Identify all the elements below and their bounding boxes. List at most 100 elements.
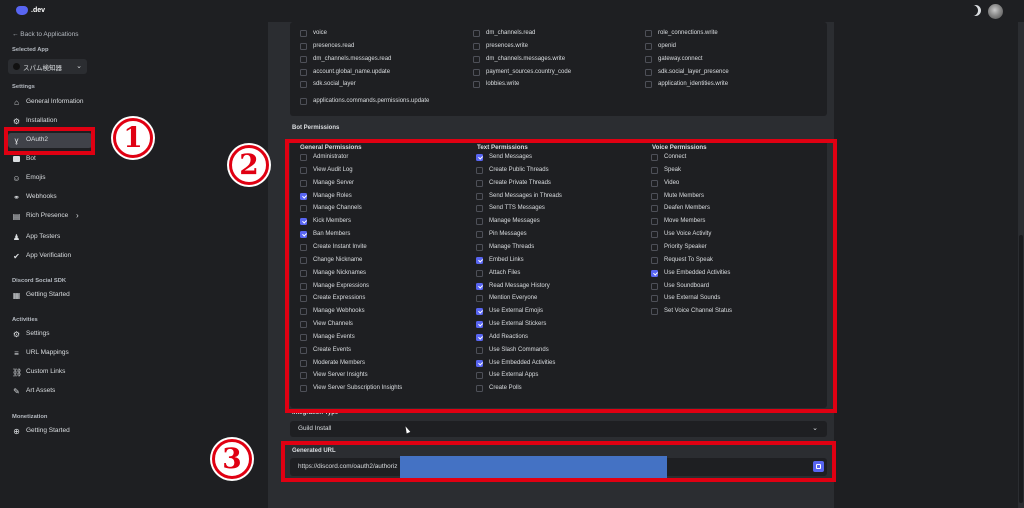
- gear-icon: ⚙: [12, 117, 21, 126]
- sidebar-item-app-testers[interactable]: ♟ App Testers: [8, 230, 92, 245]
- verified-icon: ✔: [13, 252, 20, 261]
- sidebar-item-monetization-getting-started[interactable]: ⊕ Getting Started: [8, 424, 92, 439]
- home-icon: ⌂: [14, 98, 19, 107]
- scope-checkbox[interactable]: [645, 81, 652, 88]
- annotation-badge-3: 3: [212, 439, 252, 479]
- sidebar-item-art-assets[interactable]: ✎ Art Assets: [8, 384, 92, 399]
- scrollbar-thumb[interactable]: [1019, 235, 1023, 503]
- scope-label: application_identities.write: [658, 81, 729, 87]
- logo-text: .dev: [31, 7, 46, 14]
- chevron-right-icon: ›: [76, 211, 79, 220]
- sidebar-item-label: App Testers: [26, 233, 61, 240]
- scope-label: role_connections.write: [658, 30, 718, 36]
- scope-label: payment_sources.country_code: [486, 69, 572, 75]
- link-icon: ⛓: [12, 368, 23, 377]
- annotation-box-oauth2: [4, 127, 95, 155]
- chevron-down-icon: ⌄: [812, 425, 818, 432]
- integration-type-value: Guild Install: [298, 425, 332, 432]
- scope-checkbox[interactable]: [473, 30, 480, 37]
- scope-checkbox[interactable]: [300, 81, 307, 88]
- avatar[interactable]: [988, 4, 1003, 19]
- scope-label: lobbies.write: [486, 81, 520, 87]
- sidebar-item-label: URL Mappings: [26, 349, 69, 356]
- scope-checkbox[interactable]: [473, 43, 480, 50]
- moon-icon[interactable]: [970, 5, 981, 16]
- scope-checkbox[interactable]: [645, 69, 652, 76]
- sidebar-item-sdk-getting-started[interactable]: ▦ Getting Started: [8, 288, 92, 303]
- discord-icon: [16, 6, 28, 15]
- sidebar-item-label: Custom Links: [26, 368, 66, 375]
- scope-checkbox[interactable]: [645, 56, 652, 63]
- annotation-badge-2: 2: [229, 145, 269, 185]
- scope-checkbox[interactable]: [300, 98, 307, 105]
- sidebar: ← Back to Applications Selected App スパム検…: [0, 22, 100, 508]
- sidebar-item-label: Getting Started: [26, 427, 70, 434]
- scope-label: presences.read: [313, 43, 355, 49]
- webhook-icon: ⚭: [13, 193, 20, 202]
- sidebar-item-label: Bot: [26, 155, 36, 162]
- settings-heading: Settings: [12, 84, 35, 90]
- chevron-down-icon: ⌄: [76, 63, 82, 70]
- sidebar-item-label: Getting Started: [26, 291, 70, 298]
- sidebar-item-label: App Verification: [26, 252, 72, 259]
- sidebar-item-label: Rich Presence: [26, 212, 69, 219]
- image-icon: ✎: [13, 387, 20, 396]
- selected-app-heading: Selected App: [12, 47, 49, 53]
- scope-label: dm_channels.messages.write: [486, 56, 566, 62]
- scope-label: dm_channels.read: [486, 30, 536, 36]
- activities-heading: Activities: [12, 317, 38, 323]
- top-bar: .dev: [0, 0, 1024, 22]
- scope-label: sdk.social_layer_presence: [658, 69, 729, 75]
- sidebar-item-activity-settings[interactable]: ⚙ Settings: [8, 327, 92, 342]
- annotation-box-permissions: [285, 139, 837, 413]
- app-name: スパム検知器: [23, 65, 62, 72]
- scope-checkbox[interactable]: [473, 81, 480, 88]
- scope-checkbox[interactable]: [473, 56, 480, 63]
- scope-checkbox[interactable]: [645, 30, 652, 37]
- scope-checkbox[interactable]: [473, 69, 480, 76]
- sidebar-item-emojis[interactable]: ☺ Emojis: [8, 171, 92, 186]
- social-sdk-heading: Discord Social SDK: [12, 278, 67, 284]
- scope-label: dm_channels.messages.read: [313, 56, 392, 62]
- sidebar-item-url-mappings[interactable]: ≡ URL Mappings: [8, 346, 92, 361]
- robot-icon: [12, 155, 21, 164]
- sidebar-item-webhooks[interactable]: ⚭ Webhooks: [8, 190, 92, 205]
- annotation-box-url: [281, 441, 836, 482]
- scope-checkbox[interactable]: [300, 43, 307, 50]
- scope-label: voice: [313, 30, 328, 36]
- sidebar-item-label: Webhooks: [26, 193, 57, 200]
- scope-label: presences.write: [486, 43, 529, 49]
- grid-icon: ▦: [12, 291, 21, 300]
- scope-checkbox[interactable]: [300, 56, 307, 63]
- scope-label: account.global_name.update: [313, 69, 391, 75]
- scope-label: gateway.connect: [658, 56, 703, 62]
- sidebar-item-general-information[interactable]: ⌂ General Information: [8, 95, 92, 110]
- scope-label: sdk.social_layer: [313, 81, 356, 87]
- scope-checkbox[interactable]: [300, 30, 307, 37]
- sidebar-item-label: Emojis: [26, 174, 46, 181]
- document-icon: ▤: [12, 212, 21, 221]
- person-icon: ♟: [12, 233, 21, 242]
- discord-logo[interactable]: .dev: [16, 6, 45, 15]
- monetization-heading: Monetization: [12, 414, 48, 420]
- sidebar-item-app-verification[interactable]: ✔ App Verification: [8, 249, 92, 264]
- app-selector[interactable]: スパム検知器 ⌄: [8, 59, 87, 74]
- sidebar-item-label: Installation: [26, 117, 58, 124]
- scope-checkbox[interactable]: [300, 69, 307, 76]
- sidebar-item-label: General Information: [26, 98, 84, 105]
- plus-circle-icon: ⊕: [13, 427, 20, 436]
- list-icon: ≡: [14, 349, 19, 358]
- integration-type-select[interactable]: Guild Install ⌄: [290, 421, 827, 437]
- sidebar-item-label: Art Assets: [26, 387, 56, 394]
- sidebar-item-rich-presence[interactable]: ▤ Rich Presence ›: [8, 209, 92, 224]
- scope-label: openid: [658, 43, 677, 49]
- back-to-applications-link[interactable]: ← Back to Applications: [12, 31, 78, 38]
- sidebar-item-custom-links[interactable]: ⛓ Custom Links: [8, 365, 92, 380]
- app-avatar: [13, 63, 20, 70]
- sidebar-item-label: Settings: [26, 330, 50, 337]
- scope-label: applications.commands.permissions.update: [313, 98, 430, 104]
- annotation-badge-1: 1: [113, 118, 153, 158]
- scope-checkbox[interactable]: [645, 43, 652, 50]
- smile-icon: ☺: [12, 174, 21, 183]
- bot-permissions-title: Bot Permissions: [292, 125, 340, 131]
